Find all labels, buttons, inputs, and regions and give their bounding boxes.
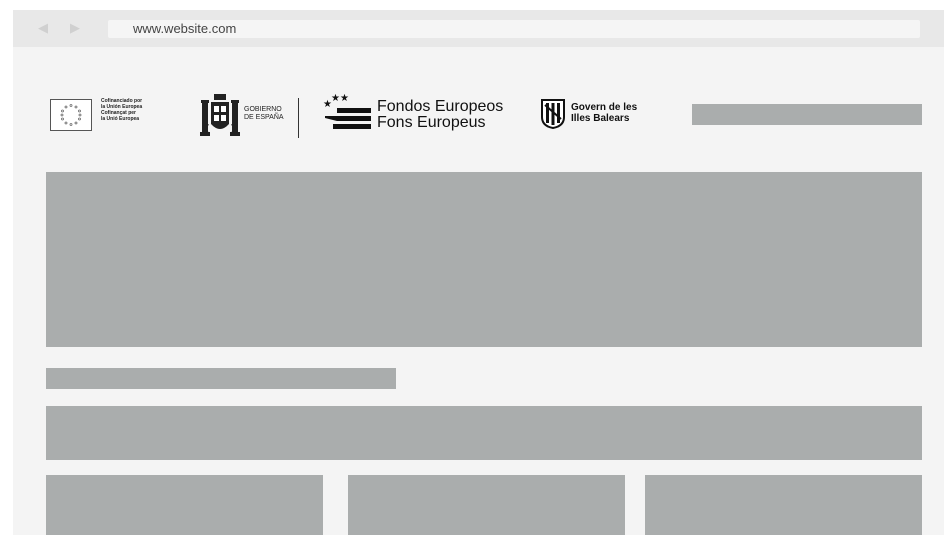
fondos-europeos-text: Fondos Europeos Fons Europeus [377,98,504,131]
forward-button[interactable]: ▶ [67,19,83,37]
spain-coat-of-arms-icon [200,94,240,136]
logo-divider [298,98,299,138]
eu-flag-icon [50,99,92,131]
browser-window: ◀ ▶ www.website.com Cofinanciado por la … [13,10,944,535]
card-placeholder-1 [46,475,323,535]
hero-banner-placeholder [46,172,922,347]
govern-text: Govern de les Illes Balears [571,102,638,124]
svg-text:★★: ★★ [331,94,349,104]
back-button[interactable]: ◀ [35,19,51,37]
chevron-left-icon: ◀ [38,20,48,35]
card-placeholder-3 [645,475,922,535]
heading-placeholder [46,368,396,389]
browser-toolbar: ◀ ▶ www.website.com [13,10,944,47]
govern-balears-shield-icon [541,99,565,129]
address-bar[interactable]: www.website.com [108,20,920,38]
gobierno-text: GOBIERNO DE ESPAÑA [244,106,284,121]
header-placeholder-bar [692,104,922,125]
fondos-europeos-icon: ★ ★★ [323,94,371,129]
chevron-right-icon: ▶ [70,20,80,35]
text-block-placeholder [46,406,922,460]
url-text: www.website.com [133,21,237,36]
eu-logo-text: Cofinanciado por la Unión Europea Cofina… [101,98,143,122]
card-placeholder-2 [348,475,625,535]
